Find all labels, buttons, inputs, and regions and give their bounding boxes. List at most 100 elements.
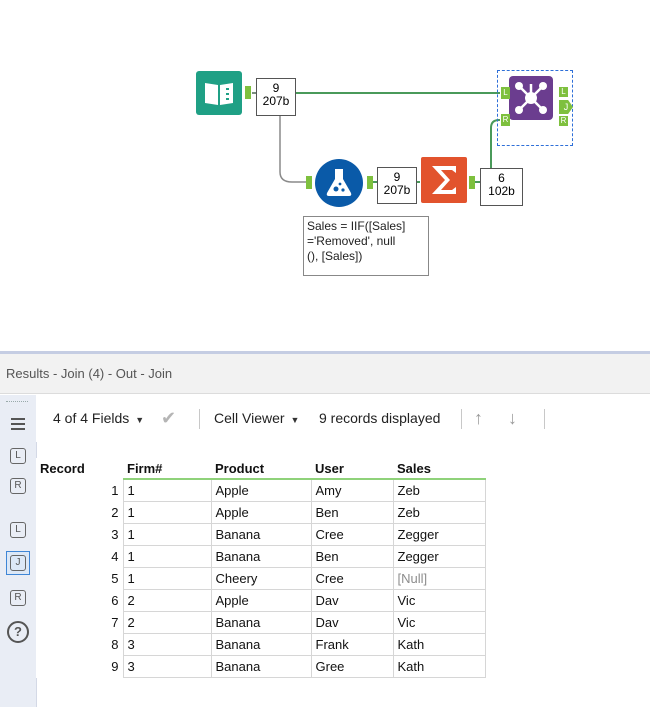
flask-icon <box>315 159 363 207</box>
fields-dropdown-label: 4 of 4 Fields <box>53 410 130 426</box>
results-sidebar: L R L J R ? <box>0 395 37 707</box>
table-row[interactable]: 8 3 Banana Frank Kath <box>36 633 486 656</box>
summarize-record-count: 6 102b <box>480 168 523 206</box>
cell-firm[interactable]: 3 <box>122 633 212 656</box>
results-title: Results - Join (4) - Out - Join <box>0 354 650 394</box>
cell-product[interactable]: Apple <box>210 478 312 502</box>
table-row[interactable]: 7 2 Banana Dav Vic <box>36 611 486 634</box>
summarize-tool[interactable] <box>421 157 467 203</box>
input-record-count: 9 207b <box>256 78 296 116</box>
anchor-L-icon[interactable]: L <box>7 519 29 541</box>
join-tool[interactable]: L R L J R <box>497 70 573 146</box>
formula-annotation: Sales = IIF([Sales] ='Removed', null (),… <box>303 216 429 276</box>
cell-firm[interactable]: 2 <box>122 611 212 634</box>
table-row[interactable]: 6 2 Apple Dav Vic <box>36 589 486 612</box>
toolbar-divider <box>199 409 200 429</box>
toolbar-divider <box>461 409 462 429</box>
byte-size: 207b <box>383 183 411 197</box>
cell-user[interactable]: Dav <box>310 611 394 634</box>
cell-product[interactable]: Banana <box>210 545 312 568</box>
cell-user[interactable]: Dav <box>310 589 394 612</box>
cell-firm[interactable]: 1 <box>122 567 212 590</box>
cell-firm[interactable]: 1 <box>122 501 212 524</box>
results-toolbar: 4 of 4 Fields ▼ ✔ Cell Viewer ▼ 9 records … <box>36 395 650 442</box>
cell-product[interactable]: Apple <box>210 589 312 612</box>
grid-header-row: Record Firm# Product User Sales <box>36 458 485 480</box>
column-header-record[interactable]: Record <box>36 458 123 479</box>
cell-user[interactable]: Frank <box>310 633 394 656</box>
chevron-down-icon: ▼ <box>290 415 300 425</box>
join-r-output-anchor[interactable]: R <box>559 116 568 126</box>
cell-sales[interactable]: Vic <box>392 589 486 612</box>
cell-firm[interactable]: 1 <box>122 478 212 502</box>
anchor-J-icon[interactable]: J <box>6 551 30 575</box>
cell-product[interactable]: Banana <box>210 523 312 546</box>
input-output-anchor[interactable] <box>245 86 251 99</box>
cell-firm[interactable]: 3 <box>122 655 212 678</box>
book-icon <box>196 71 242 115</box>
cell-sales[interactable]: Zeb <box>392 478 486 502</box>
table-row[interactable]: 2 1 Apple Ben Zeb <box>36 501 486 524</box>
cell-product[interactable]: Apple <box>210 501 312 524</box>
cell-product[interactable]: Banana <box>210 655 312 678</box>
help-icon[interactable]: ? <box>7 621 29 643</box>
chevron-down-icon: ▼ <box>135 415 145 425</box>
record-number: 5 <box>36 567 124 590</box>
cell-product[interactable]: Cheery <box>210 567 312 590</box>
column-header-firm[interactable]: Firm# <box>123 458 211 480</box>
column-header-sales[interactable]: Sales <box>393 458 485 480</box>
table-row[interactable]: 9 3 Banana Gree Kath <box>36 655 486 678</box>
record-number: 8 <box>36 633 124 656</box>
formula-output-anchor[interactable] <box>367 176 373 189</box>
cell-firm[interactable]: 1 <box>122 545 212 568</box>
formula-record-count: 9 207b <box>377 167 417 204</box>
cell-firm[interactable]: 1 <box>122 523 212 546</box>
arrow-down-icon[interactable]: ↓ <box>508 395 517 442</box>
join-l-output-anchor[interactable]: L <box>559 87 568 97</box>
cell-sales[interactable]: Kath <box>392 633 486 656</box>
formula-input-anchor[interactable] <box>306 176 312 189</box>
formula-tool[interactable] <box>314 158 364 208</box>
workflow-canvas[interactable]: 9 207b 9 207b Sales = IIF([Sales] ='Remo… <box>0 0 650 350</box>
byte-size: 102b <box>488 184 515 198</box>
table-row[interactable]: 5 1 Cheery Cree [Null] <box>36 567 486 590</box>
cell-sales[interactable]: Zegger <box>392 523 486 546</box>
cell-product[interactable]: Banana <box>210 611 312 634</box>
apply-checkmark-icon[interactable]: ✔ <box>161 395 176 442</box>
cell-user[interactable]: Ben <box>310 501 394 524</box>
cell-sales-null[interactable]: [Null] <box>392 567 486 590</box>
column-header-product[interactable]: Product <box>211 458 311 480</box>
input-data-tool[interactable] <box>196 71 242 115</box>
arrow-up-icon[interactable]: ↑ <box>474 395 483 442</box>
cell-sales[interactable]: Kath <box>392 655 486 678</box>
cell-user[interactable]: Amy <box>310 478 394 502</box>
summarize-output-anchor[interactable] <box>469 176 475 189</box>
list-icon[interactable] <box>7 413 29 435</box>
cell-user[interactable]: Ben <box>310 545 394 568</box>
cell-sales[interactable]: Vic <box>392 611 486 634</box>
record-number: 4 <box>36 545 124 568</box>
results-grid[interactable]: Record Firm# Product User Sales 1 1 Appl… <box>36 458 486 678</box>
join-right-input-anchor[interactable]: R <box>501 114 510 126</box>
table-row[interactable]: 4 1 Banana Ben Zegger <box>36 545 486 568</box>
cell-product[interactable]: Banana <box>210 633 312 656</box>
cell-user[interactable]: Cree <box>310 523 394 546</box>
cell-user[interactable]: Gree <box>310 655 394 678</box>
right-anchor-sum-icon[interactable]: R <box>7 475 29 497</box>
cell-user[interactable]: Cree <box>310 567 394 590</box>
cell-firm[interactable]: 2 <box>122 589 212 612</box>
record-number: 9 <box>36 655 124 678</box>
anchor-R-icon[interactable]: R <box>7 587 29 609</box>
table-row[interactable]: 3 1 Banana Cree Zegger <box>36 523 486 546</box>
table-row[interactable]: 1 1 Apple Amy Zeb <box>36 478 486 502</box>
drag-grip[interactable] <box>6 401 28 404</box>
record-number: 2 <box>36 501 124 524</box>
column-header-user[interactable]: User <box>311 458 393 480</box>
join-left-input-anchor[interactable]: L <box>501 87 510 99</box>
fields-dropdown[interactable]: 4 of 4 Fields ▼ <box>53 395 144 442</box>
cell-sales[interactable]: Zegger <box>392 545 486 568</box>
cell-viewer-dropdown[interactable]: Cell Viewer ▼ <box>214 395 299 442</box>
left-anchor-sum-icon[interactable]: L <box>7 445 29 467</box>
cell-sales[interactable]: Zeb <box>392 501 486 524</box>
toolbar-divider <box>544 409 545 429</box>
